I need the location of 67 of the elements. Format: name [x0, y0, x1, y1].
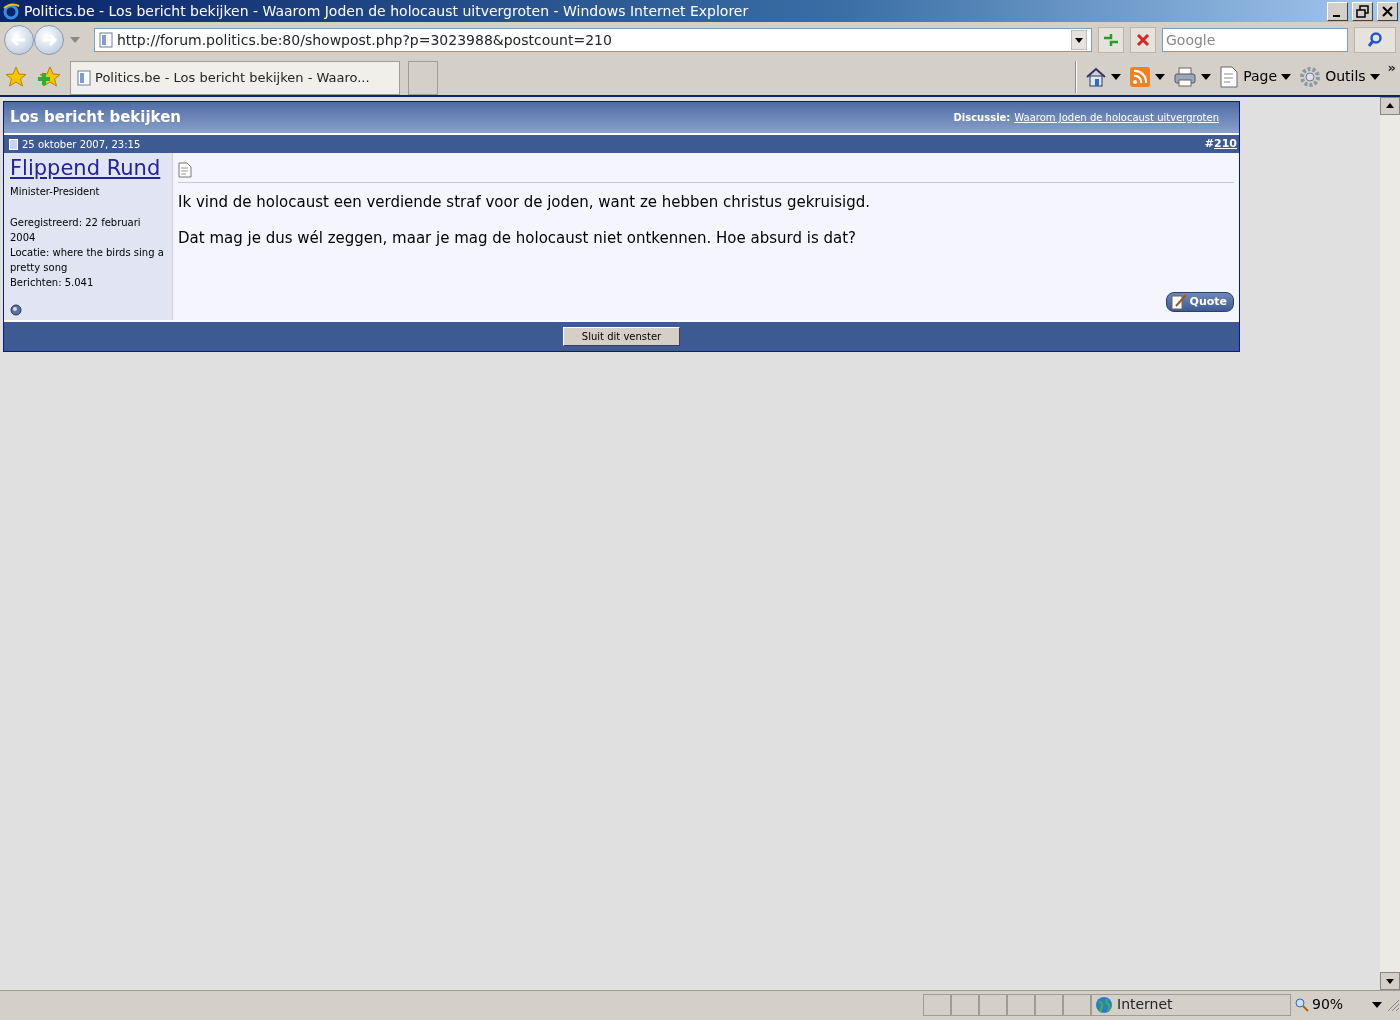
- forward-button[interactable]: [34, 25, 64, 55]
- caret-icon: [1372, 1001, 1382, 1008]
- refresh-button[interactable]: [1098, 27, 1124, 53]
- restore-button[interactable]: [1353, 2, 1372, 20]
- post-text: Dat mag je dus wél zeggen, maar je mag de holocaust niet ontkennen. Hoe absurd is dat?: [178, 228, 858, 249]
- username-link[interactable]: Flippend Rund: [10, 157, 161, 181]
- zone-label: Internet: [1117, 995, 1173, 1014]
- browser-logo-icon: [2, 2, 20, 20]
- status-panel: [951, 993, 979, 1016]
- window-title: Politics.be - Los bericht bekijken - Waarom Joden de holocaust uitvergroten - Windows Internet Explorer: [24, 1, 749, 21]
- resize-grip-icon[interactable]: [1386, 997, 1400, 1012]
- stop-button[interactable]: [1130, 27, 1156, 53]
- zoom-button[interactable]: 90%: [1291, 993, 1386, 1016]
- discussion-link[interactable]: Waarom Joden de holocaust uitvergroten: [1014, 110, 1219, 125]
- post-icon: [178, 161, 192, 178]
- zoom-icon: [1295, 997, 1309, 1012]
- post-text: Ik vind de holocaust een verdiende straf voor de joden, want ze hebben christus gekruisigd.: [178, 191, 871, 213]
- address-bar[interactable]: http://forum.politics.be:80/showpost.php?p=3023988&postcount=210: [94, 28, 1092, 52]
- user-rank: Minister-President: [10, 185, 101, 200]
- back-button[interactable]: [4, 25, 34, 55]
- more-button[interactable]: »: [1387, 58, 1396, 78]
- post-number-link[interactable]: 210: [1214, 135, 1237, 153]
- tools-menu-button[interactable]: Outils: [1299, 65, 1380, 88]
- star-plus-icon[interactable]: [36, 64, 62, 89]
- browser-tab[interactable]: Politics.be - Los bericht bekijken - Waaro...: [70, 61, 400, 95]
- page-title: Los bericht bekijken: [10, 107, 182, 129]
- post-number-sign: #: [1204, 135, 1215, 152]
- status-panel: [1007, 993, 1035, 1016]
- page-menu-button[interactable]: Page: [1219, 65, 1292, 88]
- user-info: Berichten: 5.041: [10, 276, 95, 291]
- gear-icon: [1299, 65, 1322, 88]
- feeds-button[interactable]: [1129, 65, 1166, 88]
- star-icon[interactable]: [4, 64, 28, 89]
- discussion-label: Discussie:: [953, 111, 1011, 125]
- caret-icon: [1369, 73, 1380, 80]
- scrollbar[interactable]: [1380, 97, 1400, 990]
- printer-icon: [1173, 65, 1198, 88]
- status-panel: [923, 993, 951, 1016]
- caret-icon: [1155, 73, 1166, 80]
- user-info: Locatie: where the birds sing a pretty song: [10, 246, 165, 276]
- page-icon: [77, 70, 91, 86]
- close-icon: [1136, 33, 1150, 47]
- document-icon: [1219, 65, 1240, 88]
- quill-icon: [1170, 293, 1187, 310]
- house-icon: [1085, 65, 1108, 88]
- caret-icon: [1111, 73, 1122, 80]
- dropdown-caret-icon[interactable]: [1071, 30, 1087, 50]
- post-date: 25 oktober 2007, 23:15: [22, 137, 141, 152]
- forward-arrow-icon: [41, 33, 57, 47]
- page-icon: [99, 32, 113, 48]
- search-icon: [1367, 32, 1383, 48]
- caret-icon: [1281, 73, 1292, 80]
- scroll-up-icon[interactable]: [1380, 97, 1400, 115]
- print-button[interactable]: [1173, 65, 1212, 88]
- rss-icon: [1129, 65, 1152, 88]
- status-panel: [1035, 993, 1063, 1016]
- scroll-down-icon[interactable]: [1380, 972, 1400, 990]
- search-button[interactable]: [1354, 27, 1396, 53]
- caret-icon: [1201, 73, 1212, 80]
- status-panel: [979, 993, 1007, 1016]
- post-icon: [9, 138, 18, 150]
- close-window-button[interactable]: Sluit dit venster: [562, 327, 681, 347]
- globe-icon: [1095, 995, 1113, 1014]
- search-field[interactable]: Google: [1162, 28, 1348, 52]
- user-info: Geregistreerd: 22 februari 2004: [10, 216, 142, 246]
- quote-button[interactable]: Quote: [1165, 291, 1234, 313]
- home-button[interactable]: [1085, 65, 1122, 88]
